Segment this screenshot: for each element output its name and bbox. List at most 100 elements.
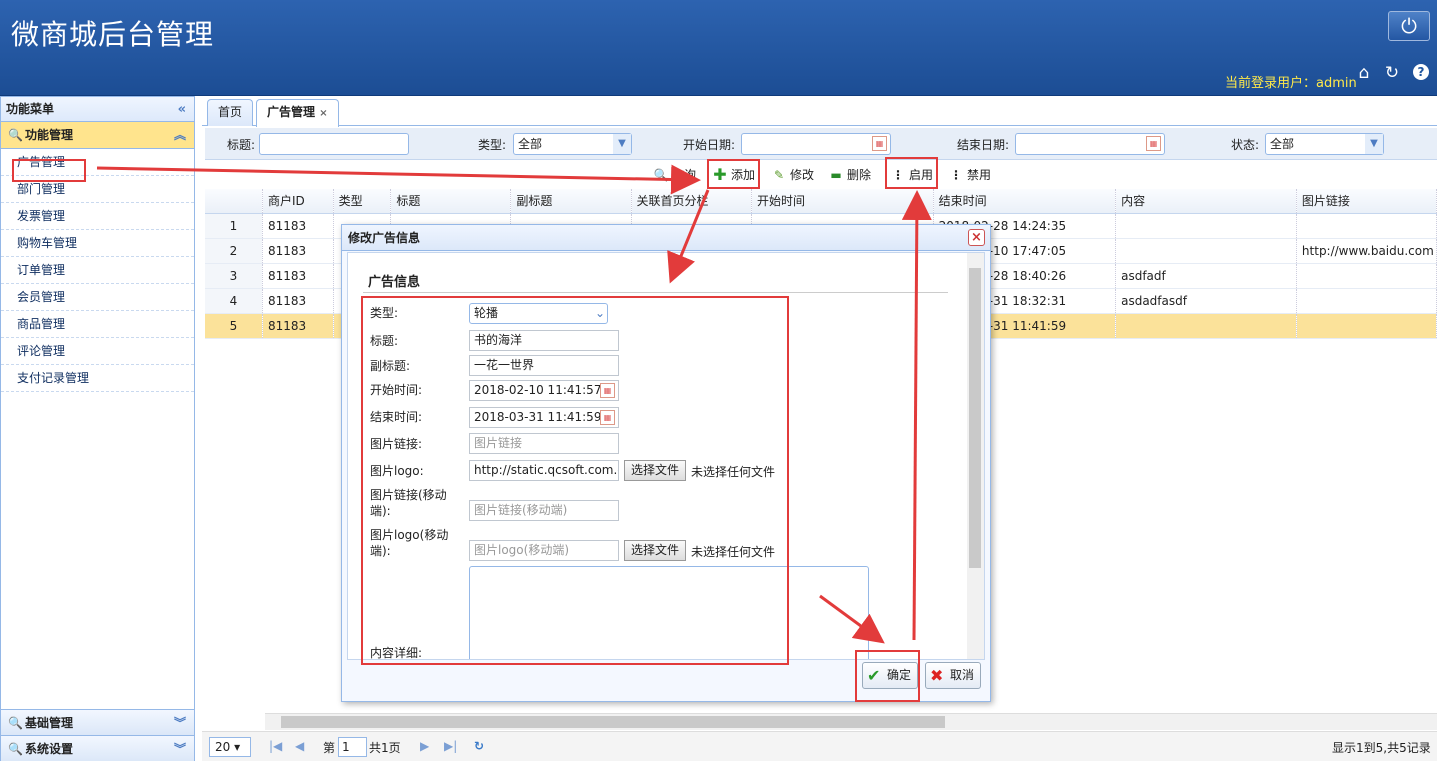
image-logo-input[interactable]: http://static.qcsoft.com.cn//e bbox=[469, 460, 619, 481]
sidebar-item-order-manage[interactable]: 订单管理 bbox=[1, 257, 194, 284]
chevron-up-icon[interactable]: ︽ bbox=[174, 122, 186, 149]
column-header[interactable]: 副标题 bbox=[510, 189, 632, 214]
column-header[interactable]: 商户ID bbox=[262, 189, 334, 214]
choose-file-button[interactable]: 选择文件 bbox=[624, 460, 687, 481]
enable-button[interactable]: ⋮ 启用 bbox=[889, 164, 933, 186]
column-header[interactable]: 标题 bbox=[390, 189, 512, 214]
enable-label: 启用 bbox=[909, 168, 934, 182]
image-logo-label: 图片logo: bbox=[370, 464, 424, 478]
subtitle-input[interactable]: 一花一世界 bbox=[469, 355, 619, 376]
toolbar: 🔍 查询 ✚ 添加 ✎ 修改 ▬ 删除 ⋮ 启用 ⋮ 禁用 bbox=[205, 160, 1437, 189]
choose-file-button-mobile[interactable]: 选择文件 bbox=[624, 540, 687, 561]
column-header[interactable]: 内容 bbox=[1115, 189, 1297, 214]
close-icon[interactable]: × bbox=[968, 229, 985, 246]
last-page-icon[interactable]: ▶| bbox=[444, 739, 457, 753]
title-filter-label: 标题: bbox=[227, 138, 256, 152]
title-label: 标题: bbox=[370, 334, 399, 348]
close-icon[interactable]: × bbox=[319, 108, 327, 119]
horizontal-scrollbar[interactable] bbox=[265, 713, 1437, 730]
prev-page-icon[interactable]: ◀ bbox=[295, 739, 304, 753]
vertical-scrollbar[interactable] bbox=[967, 253, 984, 659]
sidebar-item-payment-manage[interactable]: 支付记录管理 bbox=[1, 365, 194, 392]
calendar-icon[interactable]: ▦ bbox=[600, 383, 615, 398]
chevron-down-icon[interactable]: ︾ bbox=[174, 710, 186, 737]
next-page-icon[interactable]: ▶ bbox=[420, 739, 429, 753]
mobile-logo-input[interactable]: 图片logo(移动端) bbox=[469, 540, 619, 561]
tab-home[interactable]: 首页 bbox=[207, 99, 254, 126]
mobile-link-input[interactable]: 图片链接(移动端) bbox=[469, 500, 619, 521]
edit-label: 修改 bbox=[790, 168, 815, 182]
accordion-system-settings[interactable]: 🔍 系统设置 ︾ bbox=[1, 736, 194, 761]
tab-label: 广告管理 bbox=[267, 105, 316, 119]
merchant-id-cell: 81183 bbox=[262, 213, 334, 239]
chevron-down-icon[interactable]: ︾ bbox=[174, 736, 186, 761]
help-icon[interactable]: ? bbox=[1413, 64, 1429, 80]
type-select[interactable]: 轮播 ⌄ bbox=[469, 303, 608, 324]
refresh-icon[interactable]: ↻ bbox=[474, 739, 484, 753]
calendar-icon[interactable]: ▦ bbox=[1146, 136, 1161, 151]
scrollbar-thumb[interactable] bbox=[969, 268, 981, 568]
sidebar-item-ad-manage[interactable]: 广告管理 bbox=[1, 149, 194, 176]
sidebar-item-member-manage[interactable]: 会员管理 bbox=[1, 284, 194, 311]
tab-bar: 首页 广告管理 × bbox=[202, 97, 1437, 127]
column-header[interactable]: 结束时间 bbox=[933, 189, 1117, 214]
column-header[interactable]: 类型 bbox=[333, 189, 392, 214]
column-header[interactable]: 关联首页分栏 bbox=[631, 189, 753, 214]
page-size-select[interactable]: 20 ▾ bbox=[209, 737, 251, 757]
row-number: 4 bbox=[205, 288, 263, 314]
type-label: 类型: bbox=[370, 306, 399, 320]
power-icon[interactable]: ⏻ bbox=[1388, 11, 1430, 41]
image-link-cell bbox=[1296, 288, 1437, 314]
first-page-icon[interactable]: |◀ bbox=[269, 739, 282, 753]
page-number-input[interactable]: 1 bbox=[338, 737, 367, 757]
sidebar: 功能菜单 « 🔍 功能管理 ︽ 广告管理 部门管理 发票管理 购物车管理 订单管… bbox=[0, 96, 195, 761]
disable-button[interactable]: ⋮ 禁用 bbox=[947, 164, 991, 186]
delete-button[interactable]: ▬ 删除 bbox=[827, 164, 871, 186]
content-textarea[interactable] bbox=[469, 566, 869, 659]
image-link-cell: http://www.baidu.com bbox=[1296, 238, 1437, 264]
type-filter-value: 全部 bbox=[518, 137, 543, 151]
search-bar: 标题: 类型: 全部 ▼ 开始日期: ▦ 结束日期: ▦ 状态: 全部 ▼ bbox=[205, 128, 1437, 160]
title-filter-input[interactable] bbox=[259, 133, 409, 155]
confirm-button[interactable]: ✔ 确定 bbox=[862, 662, 919, 689]
pager-summary: 显示1到5,共5记录 bbox=[1332, 741, 1431, 755]
status-filter-select[interactable]: 全部 ▼ bbox=[1265, 133, 1384, 155]
calendar-icon[interactable]: ▦ bbox=[872, 136, 887, 151]
tab-label: 首页 bbox=[218, 105, 243, 119]
sidebar-item-dept-manage[interactable]: 部门管理 bbox=[1, 176, 194, 203]
sidebar-item-comment-manage[interactable]: 评论管理 bbox=[1, 338, 194, 365]
sidebar-item-cart-manage[interactable]: 购物车管理 bbox=[1, 230, 194, 257]
vertical-dots-icon: ⋮ bbox=[950, 168, 962, 182]
merchant-id-cell: 81183 bbox=[262, 263, 334, 289]
chevron-down-icon: ▼ bbox=[613, 134, 631, 154]
sidebar-item-invoice-manage[interactable]: 发票管理 bbox=[1, 203, 194, 230]
home-icon[interactable]: ⌂ bbox=[1355, 64, 1373, 82]
accordion-function-manage[interactable]: 🔍 功能管理 ︽ bbox=[1, 122, 194, 149]
tab-ad-manage[interactable]: 广告管理 × bbox=[256, 99, 339, 127]
collapse-left-icon[interactable]: « bbox=[178, 97, 186, 122]
dialog-title: 修改广告信息 bbox=[348, 231, 421, 245]
cancel-label: 取消 bbox=[950, 668, 975, 682]
no-file-text-mobile: 未选择任何文件 bbox=[691, 545, 776, 559]
column-header[interactable]: 开始时间 bbox=[751, 189, 934, 214]
edit-button[interactable]: ✎ 修改 bbox=[770, 164, 814, 186]
accordion-basic-manage[interactable]: 🔍 基础管理 ︾ bbox=[1, 709, 194, 736]
refresh-icon[interactable]: ↻ bbox=[1383, 64, 1401, 82]
image-link-cell bbox=[1296, 263, 1437, 289]
image-link-input[interactable]: 图片链接 bbox=[469, 433, 619, 454]
end-date-input[interactable]: ▦ bbox=[1015, 133, 1165, 155]
end-time-input[interactable]: 2018-03-31 11:41:59 ▦ bbox=[469, 407, 619, 428]
type-filter-select[interactable]: 全部 ▼ bbox=[513, 133, 632, 155]
cancel-button[interactable]: ✖ 取消 bbox=[925, 662, 982, 689]
start-date-input[interactable]: ▦ bbox=[741, 133, 891, 155]
add-button[interactable]: ✚ 添加 bbox=[711, 164, 755, 186]
search-icon: 🔍 bbox=[8, 716, 23, 730]
sidebar-item-product-manage[interactable]: 商品管理 bbox=[1, 311, 194, 338]
scrollbar-thumb[interactable] bbox=[281, 716, 945, 728]
calendar-icon[interactable]: ▦ bbox=[600, 410, 615, 425]
start-time-input[interactable]: 2018-02-10 11:41:57 ▦ bbox=[469, 380, 619, 401]
column-header[interactable]: 图片链接 bbox=[1296, 189, 1437, 214]
query-button[interactable]: 🔍 查询 bbox=[652, 164, 697, 186]
title-input[interactable]: 书的海洋 bbox=[469, 330, 619, 351]
type-filter-label: 类型: bbox=[478, 138, 507, 152]
